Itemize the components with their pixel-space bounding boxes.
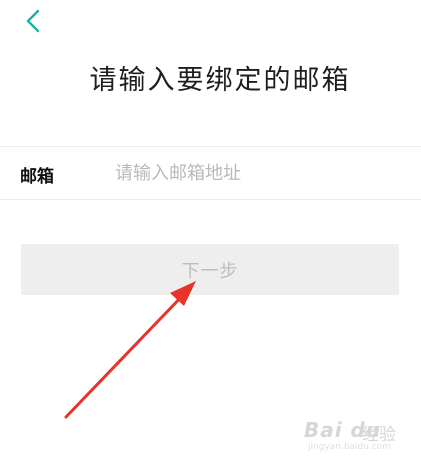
- email-label: 邮箱: [20, 167, 54, 187]
- back-button[interactable]: [22, 8, 46, 36]
- baidu-watermark: Bai du 经验 jingyan.baidu.com: [298, 412, 408, 452]
- email-row: 邮箱: [0, 147, 421, 199]
- page-title: 请输入要绑定的邮箱: [89, 65, 351, 96]
- divider-bottom: [0, 199, 421, 200]
- watermark-url: jingyan.baidu.com: [308, 442, 392, 452]
- chevron-left-icon: [26, 9, 40, 33]
- email-input[interactable]: [115, 157, 405, 189]
- next-step-button[interactable]: 下一步: [21, 244, 399, 295]
